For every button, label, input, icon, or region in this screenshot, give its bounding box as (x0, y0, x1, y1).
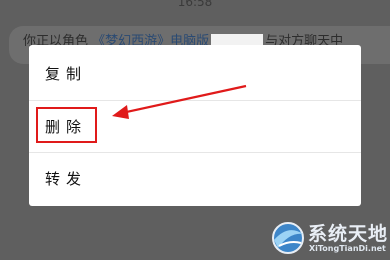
globe-logo-icon (272, 222, 304, 254)
arrow-head (112, 105, 129, 119)
arrow-line (121, 84, 247, 115)
watermark-url: XiTongTianDi.net (309, 244, 386, 253)
watermark-title: 系统天地 (308, 223, 389, 245)
site-watermark: 系统天地 XiTongTianDi.net (267, 215, 387, 259)
